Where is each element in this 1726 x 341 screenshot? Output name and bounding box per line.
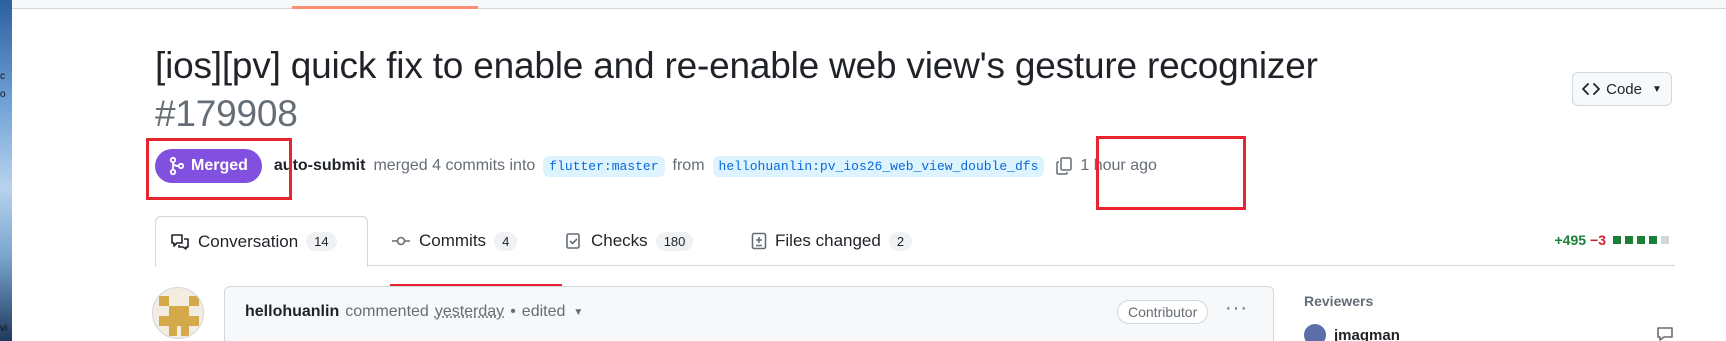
tab-checks[interactable]: Checks 180 bbox=[551, 216, 707, 266]
tab-label: Commits bbox=[419, 231, 487, 250]
tab-label: Files changed bbox=[775, 231, 881, 250]
tab-files-changed[interactable]: Files changed 2 bbox=[737, 216, 926, 266]
desktop-text-snippet: vi bbox=[0, 323, 8, 334]
diffstat[interactable]: +495 −3 bbox=[1554, 232, 1669, 248]
comment-timestamp-link[interactable]: yesterday bbox=[435, 303, 504, 321]
active-repo-tab-underline bbox=[292, 6, 478, 9]
pr-title-text: [ios][pv] quick fix to enable and re-ena… bbox=[155, 45, 1318, 86]
head-branch-label[interactable]: hellohuanlin:pv_ios26_web_view_double_df… bbox=[712, 155, 1045, 177]
annotation-box-merged bbox=[146, 138, 292, 200]
edited-label: edited bbox=[521, 303, 566, 320]
reviewers-heading[interactable]: Reviewers bbox=[1304, 293, 1373, 309]
pr-status-row: Merged auto-submit merged 4 commits into… bbox=[155, 148, 1157, 184]
edited-dropdown[interactable]: edited ▼ bbox=[522, 303, 584, 321]
separator-dot: • bbox=[510, 303, 516, 320]
diffstat-block bbox=[1613, 236, 1621, 244]
code-button-label: Code bbox=[1606, 80, 1642, 98]
diffstat-block bbox=[1625, 236, 1633, 244]
browser-top-bar bbox=[12, 0, 1726, 9]
merge-description: merged 4 commits into bbox=[373, 157, 536, 174]
annotation-box-time bbox=[1096, 136, 1246, 210]
file-diff-icon bbox=[751, 232, 767, 250]
tab-conversation[interactable]: Conversation 14 bbox=[155, 216, 368, 267]
screenshot-stage: c o vi [ios][pv] quick fix to enable and… bbox=[0, 0, 1726, 341]
comment-verb: commented bbox=[345, 303, 429, 320]
reviewer-name: jmagman bbox=[1334, 326, 1400, 341]
comment-meta: hellohuanlin commented yesterday • edite… bbox=[245, 303, 583, 321]
from-text: from bbox=[672, 157, 705, 174]
pr-title: [ios][pv] quick fix to enable and re-ena… bbox=[155, 42, 1535, 138]
diffstat-block bbox=[1649, 236, 1657, 244]
git-commit-icon bbox=[392, 236, 410, 246]
pr-tab-bar: Conversation 14 Commits 4 Checks 180 Fil… bbox=[155, 216, 1675, 267]
tab-count: 180 bbox=[655, 231, 694, 251]
tab-commits[interactable]: Commits 4 bbox=[377, 216, 531, 266]
desktop-text-snippet: o bbox=[0, 89, 6, 100]
tab-label: Conversation bbox=[198, 231, 299, 251]
diffstat-block bbox=[1661, 236, 1669, 244]
reviewer-item[interactable]: jmagman bbox=[1304, 324, 1400, 341]
avatar bbox=[1304, 324, 1326, 341]
additions-count: +495 bbox=[1554, 232, 1587, 248]
kebab-menu-icon[interactable]: ··· bbox=[1225, 297, 1248, 320]
deletions-count: −3 bbox=[1590, 232, 1606, 248]
pr-number: #179908 bbox=[155, 93, 298, 134]
comment-discussion-icon bbox=[171, 233, 189, 250]
code-button[interactable]: Code ▼ bbox=[1572, 72, 1672, 106]
chevron-down-icon: ▼ bbox=[1651, 83, 1662, 95]
checklist-icon bbox=[566, 233, 580, 249]
code-icon bbox=[1582, 83, 1601, 95]
diffstat-block bbox=[1637, 236, 1645, 244]
tab-count: 4 bbox=[494, 231, 518, 251]
desktop-text-snippet: c bbox=[0, 71, 5, 82]
base-branch-label[interactable]: flutter:master bbox=[543, 155, 665, 177]
tab-count: 2 bbox=[888, 231, 913, 251]
contributor-badge: Contributor bbox=[1117, 300, 1209, 324]
chevron-down-icon: ▼ bbox=[573, 306, 584, 318]
comment-header: hellohuanlin commented yesterday • edite… bbox=[224, 286, 1274, 341]
tab-count: 14 bbox=[306, 232, 337, 251]
avatar[interactable] bbox=[152, 287, 204, 339]
desktop-background-strip: c o vi bbox=[0, 0, 12, 341]
comment-author-link[interactable]: hellohuanlin bbox=[245, 303, 339, 321]
tab-label: Checks bbox=[591, 231, 648, 250]
copy-icon[interactable] bbox=[1056, 157, 1073, 175]
review-comment-icon[interactable] bbox=[1656, 326, 1674, 341]
